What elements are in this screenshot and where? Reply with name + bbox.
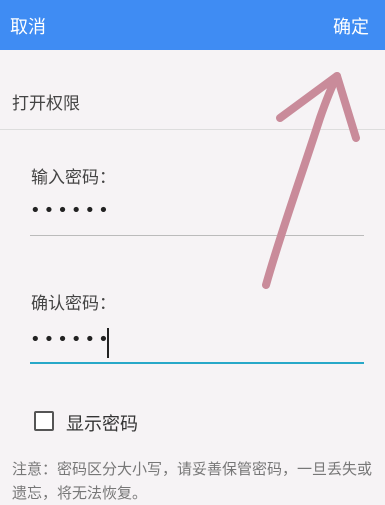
show-password-label[interactable]: 显示密码 [66,410,138,436]
show-password-checkbox[interactable] [34,411,54,431]
confirm-password-label: 确认密码： [31,294,116,314]
divider [0,129,385,130]
confirm-password-input[interactable]: •••••• [30,329,364,363]
confirm-button[interactable]: 确定 [333,13,369,39]
cancel-button[interactable]: 取消 [10,13,46,39]
password-note: 注意：密码区分大小写，请妥善保管密码，一旦丢失或遗忘，将无法恢复。 [12,460,373,502]
password-input[interactable]: •••••• [30,200,364,234]
confirm-password-underline [30,362,364,364]
section-title: 打开权限 [12,94,80,114]
annotation-arrow-icon [262,72,360,289]
top-bar: 取消 确定 [0,0,385,50]
text-caret [107,328,109,358]
password-label: 输入密码： [31,168,116,188]
password-underline [30,235,364,236]
